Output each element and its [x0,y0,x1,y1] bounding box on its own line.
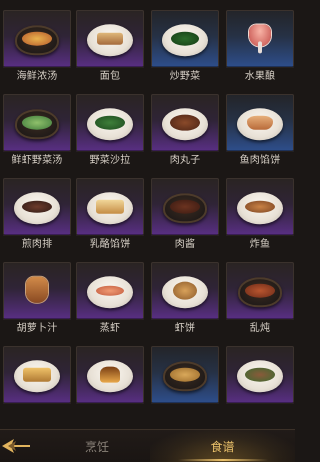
pie-food [247,115,273,130]
recipe-item-fish-pie[interactable]: 鱼肉馅饼 [225,94,295,176]
cake-food [173,281,197,300]
recipe-label: 面包 [99,71,121,82]
recipe-label: 乱炖 [249,323,271,334]
recipe-item-meatballs[interactable]: 肉丸子 [150,94,220,176]
recipe-slot [3,10,71,68]
recipe-item-fried-fish[interactable]: 炸鱼 [225,178,295,260]
bottom-tab-bar: 烹饪 食谱 [0,429,295,462]
back-arrow-icon [2,439,30,453]
recipe-item[interactable] [225,346,295,428]
jug-icon [26,276,48,303]
stir-fry-food [245,367,275,382]
recipe-slot [226,262,294,320]
soup-food [22,31,52,46]
recipe-slot [151,10,219,68]
recipe-label: 虾饼 [174,323,196,334]
soup-food [22,115,52,130]
tab-cooking[interactable]: 烹饪 [52,430,142,462]
recipe-label: 炒野菜 [169,71,201,82]
recipe-label: 蒸虾 [99,323,121,334]
recipe-label: 炸鱼 [249,239,271,250]
recipe-slot [76,346,144,404]
recipe-slot [151,346,219,404]
recipe-item-fried-steak[interactable]: 煎肉排 [2,178,72,260]
pie-food [96,199,124,214]
recipe-slot [226,346,294,404]
recipe-item-bread[interactable]: 面包 [75,10,145,92]
recipe-item-stew[interactable]: 乱炖 [225,262,295,344]
recipe-item[interactable] [2,346,72,428]
recipe-slot [76,262,144,320]
recipe-label: 鱼肉馅饼 [239,155,281,166]
tab-recipes[interactable]: 食谱 [150,430,295,462]
recipe-item-veg-salad[interactable]: 野菜沙拉 [75,94,145,176]
salad-food [95,115,125,130]
bread-food [97,32,123,45]
recipe-item-meat-sauce[interactable]: 肉酱 [150,178,220,260]
tab-cooking-label: 烹饪 [84,439,109,454]
recipe-item-carrot-juice[interactable]: 胡萝卜汁 [2,262,72,344]
pudding-food [100,366,120,383]
recipe-slot [151,262,219,320]
recipe-slot [226,10,294,68]
stew-food [245,283,275,298]
recipe-slot [3,346,71,404]
recipe-item-shrimp-cake[interactable]: 虾饼 [150,262,220,344]
sauce-food [170,199,200,214]
recipe-item-shrimp-veg-soup[interactable]: 鲜虾野菜汤 [2,94,72,176]
recipe-item-steamed-shrimp[interactable]: 蒸虾 [75,262,145,344]
recipe-label: 肉酱 [174,239,196,250]
recipe-label: 海鲜浓汤 [16,71,58,82]
recipe-item-cheese-pie[interactable]: 乳酪馅饼 [75,178,145,260]
greens-food [171,31,199,46]
recipe-label: 水果酿 [244,71,276,82]
recipe-label: 胡萝卜汁 [16,323,58,334]
shrimp-food [96,285,124,296]
recipe-slot [3,94,71,152]
recipe-slot [226,178,294,236]
recipe-item[interactable] [150,346,220,428]
recipe-slot [151,178,219,236]
recipe-label: 鲜虾野菜汤 [11,155,63,166]
back-button[interactable] [0,436,34,456]
soup-food [170,367,200,382]
recipe-slot [3,178,71,236]
recipe-label: 煎肉排 [21,239,53,250]
recipe-item-fruit-drink[interactable]: 水果酿 [225,10,295,92]
recipe-slot [151,94,219,152]
pastry-food [23,367,51,382]
recipe-grid: 海鲜浓汤 面包 炒野菜 水果酿 鲜虾野菜汤 野菜沙拉 肉丸子 鱼肉馅饼 煎肉排 … [0,0,295,429]
recipe-item-stir-fried-greens[interactable]: 炒野菜 [150,10,220,92]
recipe-slot [76,178,144,236]
recipe-label: 乳酪馅饼 [89,239,131,250]
recipe-slot [76,94,144,152]
recipe-item[interactable] [75,346,145,428]
recipe-slot [226,94,294,152]
glass-stem [258,41,262,54]
tab-recipes-label: 食谱 [210,439,235,454]
meatballs-food [170,114,200,131]
recipe-item-seafood-soup[interactable]: 海鲜浓汤 [2,10,72,92]
recipe-slot [76,10,144,68]
steak-food [22,200,52,213]
recipe-slot [3,262,71,320]
recipe-label: 野菜沙拉 [89,155,131,166]
recipe-label: 肉丸子 [169,155,201,166]
fish-food [245,200,275,213]
